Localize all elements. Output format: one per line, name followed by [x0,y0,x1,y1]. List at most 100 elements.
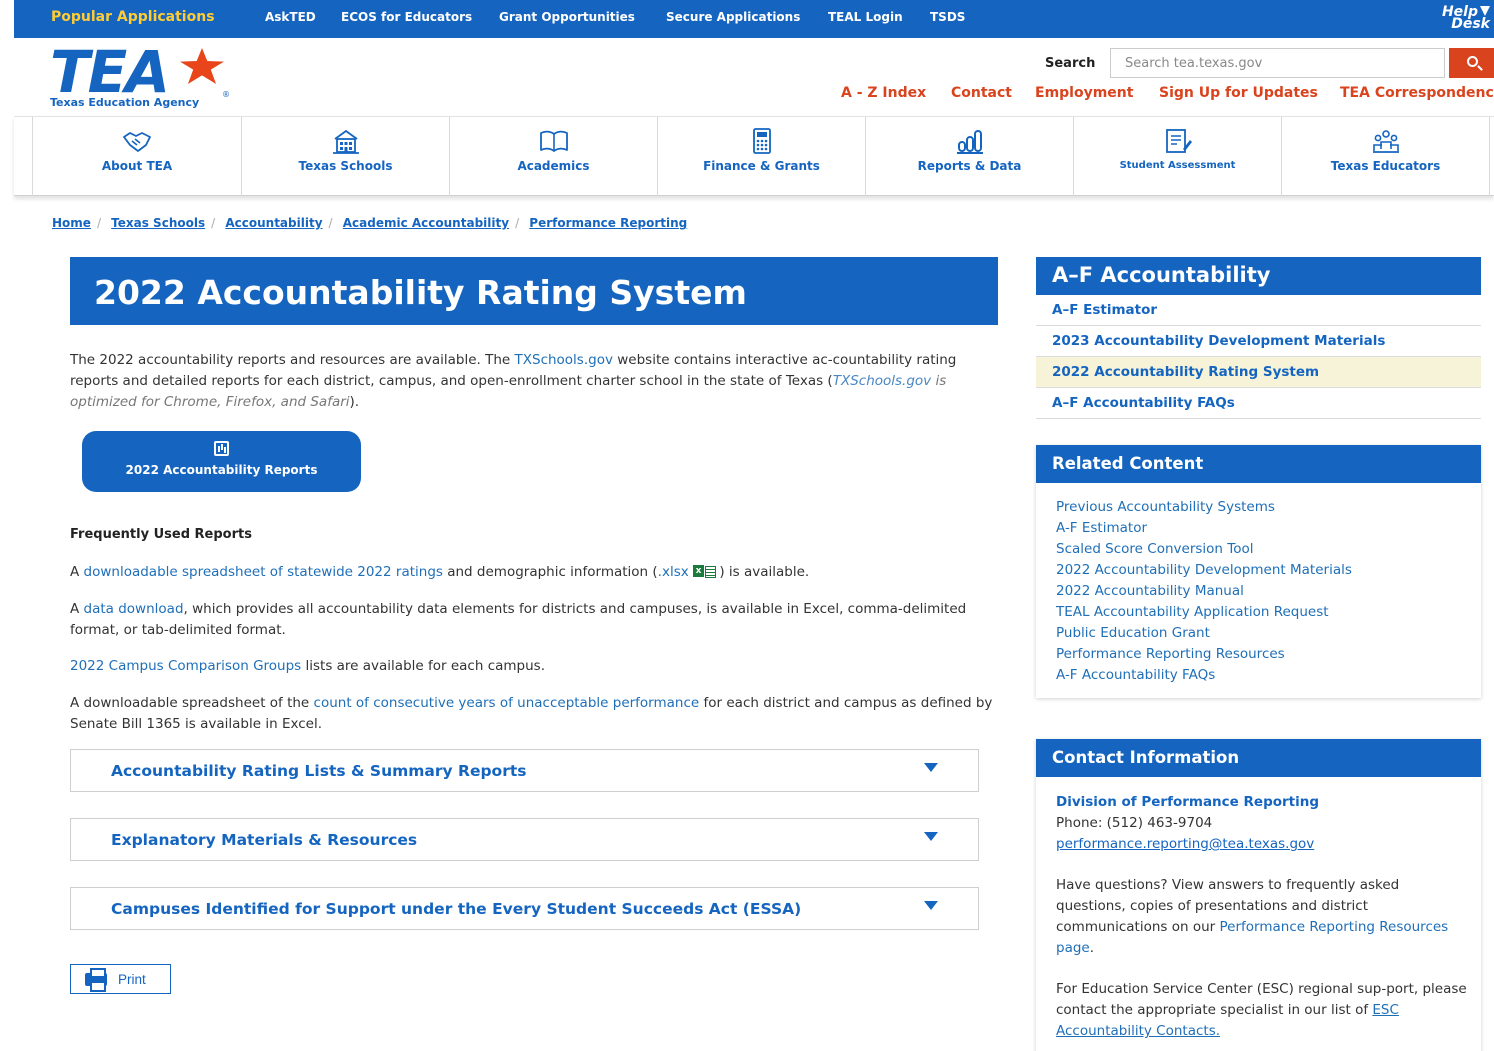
topbar-link-askted[interactable]: AskTED [265,10,316,24]
group-of-people-icon [1372,130,1399,153]
contact-email-link[interactable]: performance.reporting@tea.texas.gov [1056,836,1314,852]
contact-details: Division of Performance Reporting Phone:… [1056,792,1471,1042]
intro-paragraph: The 2022 accountability reports and reso… [70,350,1005,413]
related-link-2022-development-materials[interactable]: 2022 Accountability Development Material… [1056,560,1352,581]
text: A [70,564,84,580]
utility-link-contact[interactable]: Contact [951,85,1012,101]
data-download-paragraph: A data download, which provides all acco… [70,599,1005,641]
topbar-link-secure-applications[interactable]: Secure Applications [666,10,800,24]
related-link-public-education-grant[interactable]: Public Education Grant [1056,623,1352,644]
topbar-link-tsds[interactable]: TSDS [930,10,965,24]
xlsx-link[interactable]: .xlsx [658,564,689,580]
data-download-link[interactable]: data download [84,601,184,617]
print-button[interactable]: Print [70,964,171,994]
contact-information-heading: Contact Information [1036,739,1481,777]
sidebar-link-2023-development-materials[interactable]: 2023 Accountability Development Material… [1036,326,1481,357]
nav-label: Texas Schools [298,159,393,173]
text: lists are available for each campus. [301,658,545,674]
consecutive-years-link[interactable]: count of consecutive years of unacceptab… [314,695,700,711]
sidebar-link-af-estimator[interactable]: A–F Estimator [1036,295,1481,326]
topbar-link-teal-login[interactable]: TEAL Login [828,10,903,24]
txschools-link[interactable]: TXSchools.gov [515,352,613,368]
nav-label: Academics [517,159,590,173]
statewide-ratings-paragraph: A downloadable spreadsheet of statewide … [70,562,1005,583]
af-accountability-heading: A–F Accountability [1036,257,1481,295]
frequently-used-reports-heading: Frequently Used Reports [70,527,252,542]
sidebar-link-2022-rating-system[interactable]: 2022 Accountability Rating System [1036,357,1481,388]
text: and demographic information ( [442,564,658,580]
top-utility-bar: Popular Applications AskTED ECOS for Edu… [14,0,1494,38]
help-desk-icon [1480,6,1490,16]
print-label: Print [118,972,146,987]
registered-mark: ® [222,90,230,99]
main-navigation: About TEA Texas Schools Academics Financ… [14,116,1494,196]
campus-comparison-paragraph: 2022 Campus Comparison Groups lists are … [70,656,1005,677]
accordion-label: Campuses Identified for Support under th… [111,900,802,918]
related-link-teal-application[interactable]: TEAL Accountability Application Request [1056,602,1352,623]
search-button[interactable] [1449,48,1494,78]
help-desk-line-2: Desk [1451,16,1490,32]
topbar-link-grant-opportunities[interactable]: Grant Opportunities [499,10,635,24]
nav-item-student-assessment[interactable]: Student Assessment [1073,117,1281,196]
nav-item-texas-schools[interactable]: Texas Schools [241,117,449,196]
breadcrumb-home[interactable]: Home [52,216,91,230]
tea-logo[interactable]: TEA Texas Education Agency ® [50,43,240,110]
questions-paragraph: Have questions? View answers to frequent… [1056,875,1471,959]
nav-label: About TEA [101,159,173,173]
school-building-icon [332,129,359,154]
text: A [70,601,84,617]
accordion-explanatory-materials[interactable]: Explanatory Materials & Resources [70,818,979,861]
open-book-icon [539,130,568,152]
caret-down-icon [924,901,938,910]
nav-item-finance-grants[interactable]: Finance & Grants [657,117,865,196]
sidebar-link-af-faqs[interactable]: A–F Accountability FAQs [1036,388,1481,419]
accountability-reports-button[interactable]: 2022 Accountability Reports [82,431,361,492]
breadcrumb-academic-accountability[interactable]: Academic Accountability [343,216,509,230]
related-link-performance-reporting-resources[interactable]: Performance Reporting Resources [1056,644,1352,665]
breadcrumb-separator: / [328,216,333,230]
help-desk-link[interactable]: Help Desk [1442,5,1490,32]
breadcrumb-separator: / [515,216,520,230]
breadcrumb-accountability[interactable]: Accountability [225,216,322,230]
intro-end: ). [349,394,360,410]
nav-label: Reports & Data [917,159,1022,173]
breadcrumb-performance-reporting[interactable]: Performance Reporting [529,216,687,230]
related-link-previous-systems[interactable]: Previous Accountability Systems [1056,497,1352,518]
utility-link-tea-correspondence[interactable]: TEA Correspondence [1340,85,1494,101]
txschools-note-link[interactable]: TXSchools.gov [833,373,931,389]
text: A downloadable spreadsheet of the [70,695,314,711]
utility-link-employment[interactable]: Employment [1035,85,1133,101]
text: . [1089,940,1095,956]
utility-link-sign-up[interactable]: Sign Up for Updates [1159,85,1318,101]
accordion-rating-lists[interactable]: Accountability Rating Lists & Summary Re… [70,749,979,792]
topbar-link-ecos[interactable]: ECOS for Educators [341,10,472,24]
accountability-reports-label: 2022 Accountability Reports [125,463,318,477]
statewide-ratings-spreadsheet-link[interactable]: downloadable spreadsheet of statewide 20… [84,564,443,580]
search-input[interactable] [1110,48,1445,78]
nav-item-reports-data[interactable]: Reports & Data [865,117,1073,196]
nav-label: Texas Educators [1330,159,1441,173]
related-link-2022-manual[interactable]: 2022 Accountability Manual [1056,581,1352,602]
star-icon [180,48,224,84]
breadcrumb-texas-schools[interactable]: Texas Schools [111,216,205,230]
nav-item-texas-educators[interactable]: Texas Educators [1281,117,1490,196]
division-name: Division of Performance Reporting [1056,794,1320,810]
text: For Education Service Center (ESC) regio… [1056,981,1467,1018]
nav-item-academics[interactable]: Academics [449,117,657,196]
caret-down-icon [924,763,938,772]
printer-icon [85,968,107,992]
related-link-scaled-score-tool[interactable]: Scaled Score Conversion Tool [1056,539,1352,560]
nav-item-about-tea[interactable]: About TEA [32,117,241,196]
intro-text-1: The 2022 accountability reports and reso… [70,352,515,368]
utility-link-az-index[interactable]: A - Z Index [841,85,926,101]
campus-comparison-groups-link[interactable]: 2022 Campus Comparison Groups [70,658,301,674]
popular-applications-label[interactable]: Popular Applications [51,9,215,25]
related-link-af-faqs[interactable]: A-F Accountability FAQs [1056,665,1352,686]
related-link-af-estimator[interactable]: A-F Estimator [1056,518,1352,539]
breadcrumb-separator: / [96,216,101,230]
breadcrumb-separator: / [211,216,216,230]
logo-subtitle: Texas Education Agency [50,96,200,109]
nav-label: Student Assessment [1119,160,1236,171]
handshake-icon [123,132,151,152]
accordion-essa-campuses[interactable]: Campuses Identified for Support under th… [70,887,979,930]
